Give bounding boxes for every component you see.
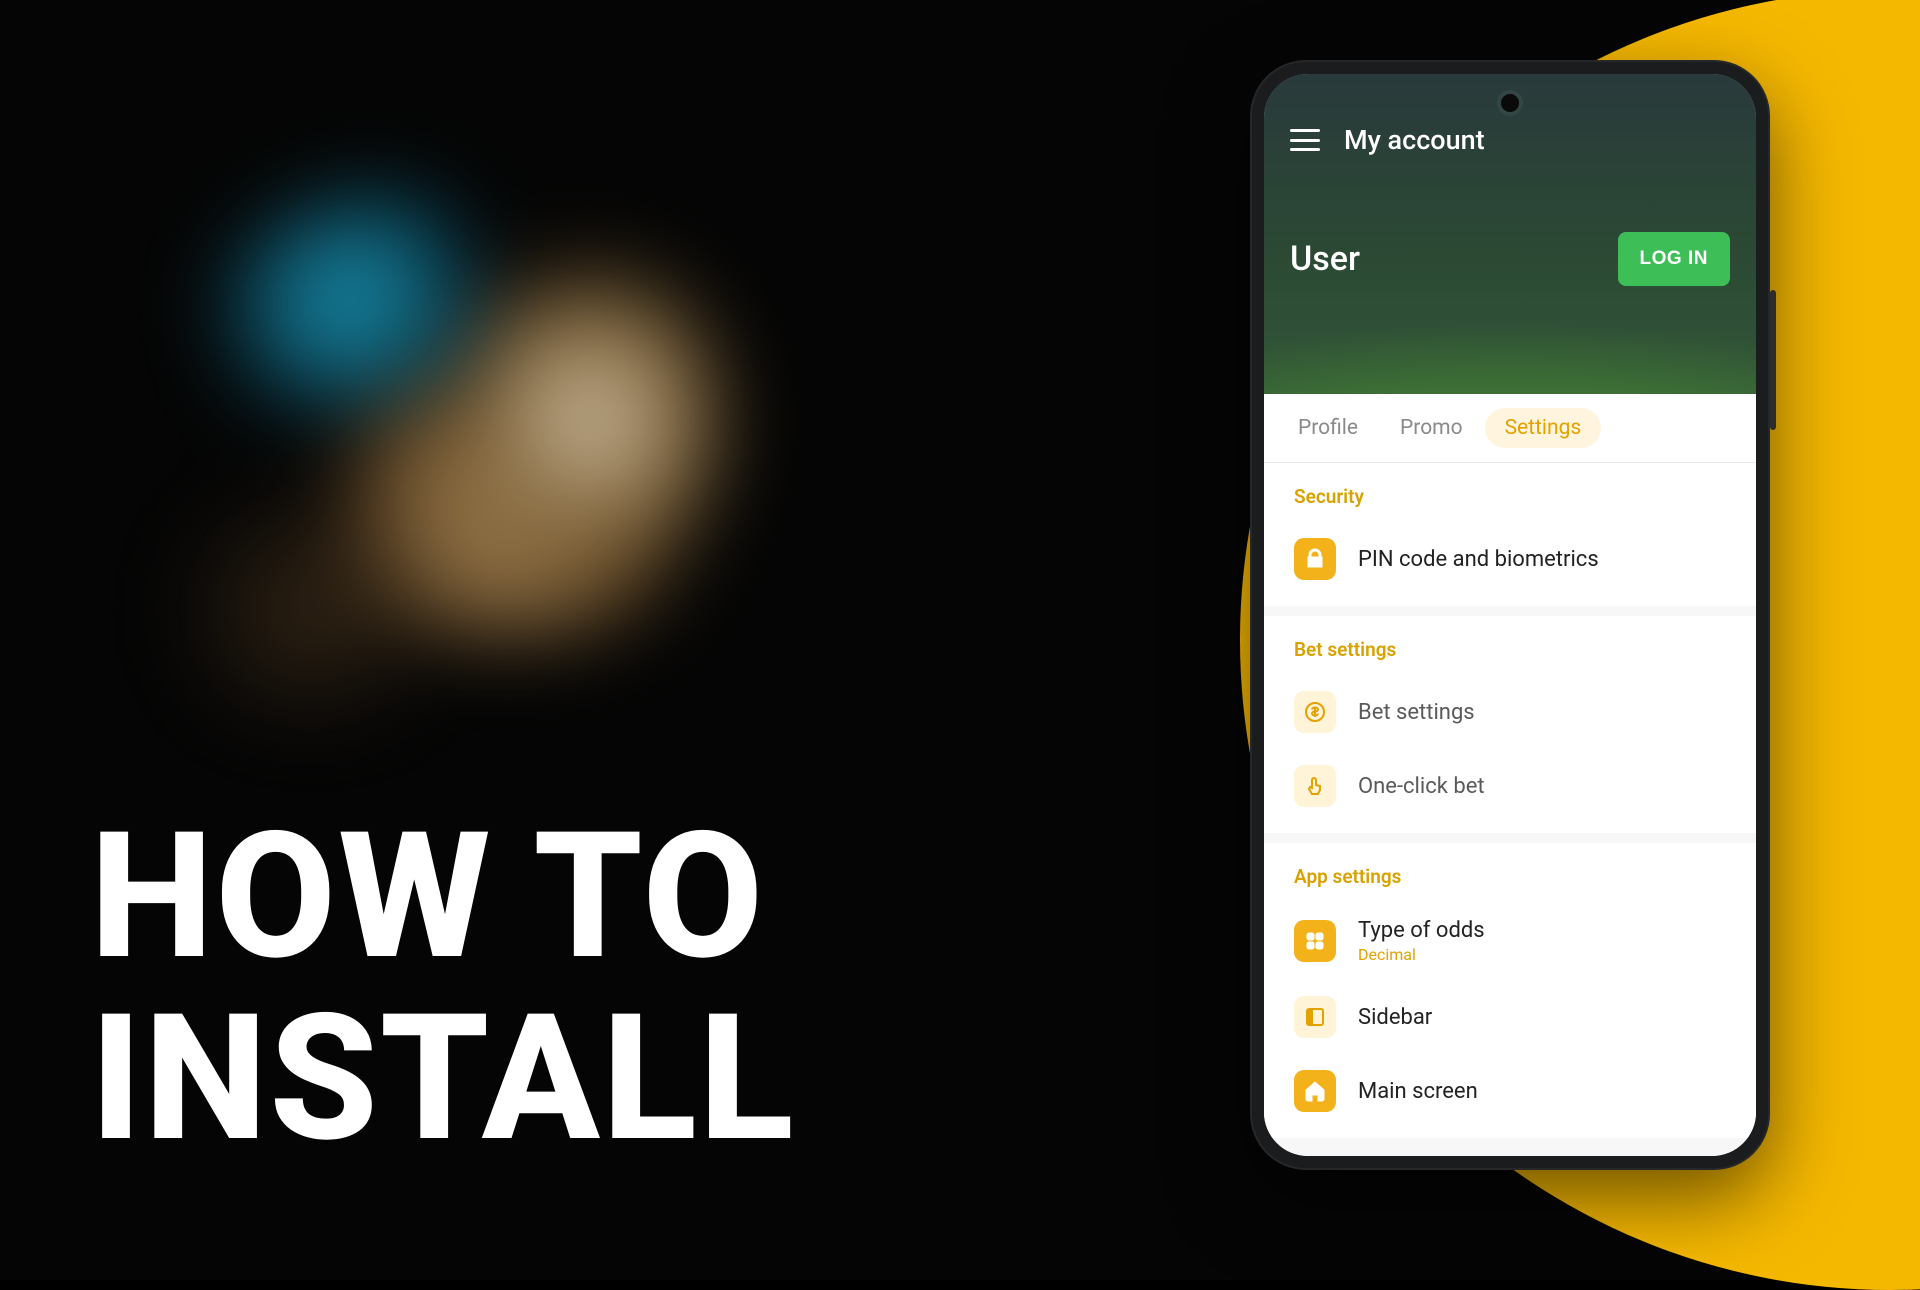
settings-content: Security PIN code and biometrics Bet set…	[1264, 463, 1756, 1156]
phone-mockup: My account User LOG IN Profile Promo Set…	[1250, 60, 1770, 1170]
section-title-app: App settings	[1294, 865, 1726, 888]
row-subvalue: Decimal	[1358, 945, 1485, 964]
account-tabs: Profile Promo Settings	[1264, 394, 1756, 463]
section-title-bet: Bet settings	[1294, 638, 1726, 661]
row-type-of-odds[interactable]: Type of odds Decimal	[1294, 902, 1726, 980]
row-sidebar[interactable]: Sidebar	[1294, 980, 1726, 1054]
topbar: My account	[1290, 112, 1730, 168]
login-button[interactable]: LOG IN	[1618, 232, 1730, 286]
headline-line-1: HOW TO	[90, 806, 796, 988]
tab-settings[interactable]: Settings	[1485, 408, 1602, 448]
grid-icon	[1294, 920, 1336, 962]
screen-title: My account	[1344, 124, 1485, 156]
row-label: Type of odds	[1358, 918, 1485, 943]
menu-icon[interactable]	[1290, 129, 1320, 151]
coin-icon	[1294, 691, 1336, 733]
row-main-screen[interactable]: Main screen	[1294, 1054, 1726, 1128]
phone-screen: My account User LOG IN Profile Promo Set…	[1264, 74, 1756, 1156]
row-label: One-click bet	[1358, 774, 1485, 799]
row-label: Main screen	[1358, 1079, 1478, 1104]
headline: HOW TO INSTALL	[90, 806, 796, 1170]
sidebar-icon	[1294, 996, 1336, 1038]
section-bet-settings: Bet settings Bet settings One-click bet	[1264, 616, 1756, 833]
tap-icon	[1294, 765, 1336, 807]
app-header: My account User LOG IN	[1264, 74, 1756, 394]
section-security: Security PIN code and biometrics	[1264, 463, 1756, 606]
home-icon	[1294, 1070, 1336, 1112]
background-hand-glow	[80, 120, 980, 820]
row-label: PIN code and biometrics	[1358, 547, 1599, 572]
section-title-security: Security	[1294, 485, 1726, 508]
row-pin-biometrics[interactable]: PIN code and biometrics	[1294, 522, 1726, 596]
lock-icon	[1294, 538, 1336, 580]
user-label: User	[1290, 239, 1360, 279]
tab-promo[interactable]: Promo	[1400, 416, 1463, 440]
row-one-click-bet[interactable]: One-click bet	[1294, 749, 1726, 823]
tab-profile[interactable]: Profile	[1298, 416, 1358, 440]
user-row: User LOG IN	[1290, 232, 1730, 286]
row-bet-settings[interactable]: Bet settings	[1294, 675, 1726, 749]
section-app-settings: App settings Type of odds Decimal	[1264, 843, 1756, 1138]
headline-line-2: INSTALL	[90, 988, 796, 1170]
row-label: Sidebar	[1358, 1005, 1432, 1030]
promo-stage: HOW TO INSTALL My account User LOG IN Pr…	[0, 0, 1920, 1280]
row-label: Bet settings	[1358, 700, 1475, 725]
phone-camera-cutout	[1501, 94, 1519, 112]
